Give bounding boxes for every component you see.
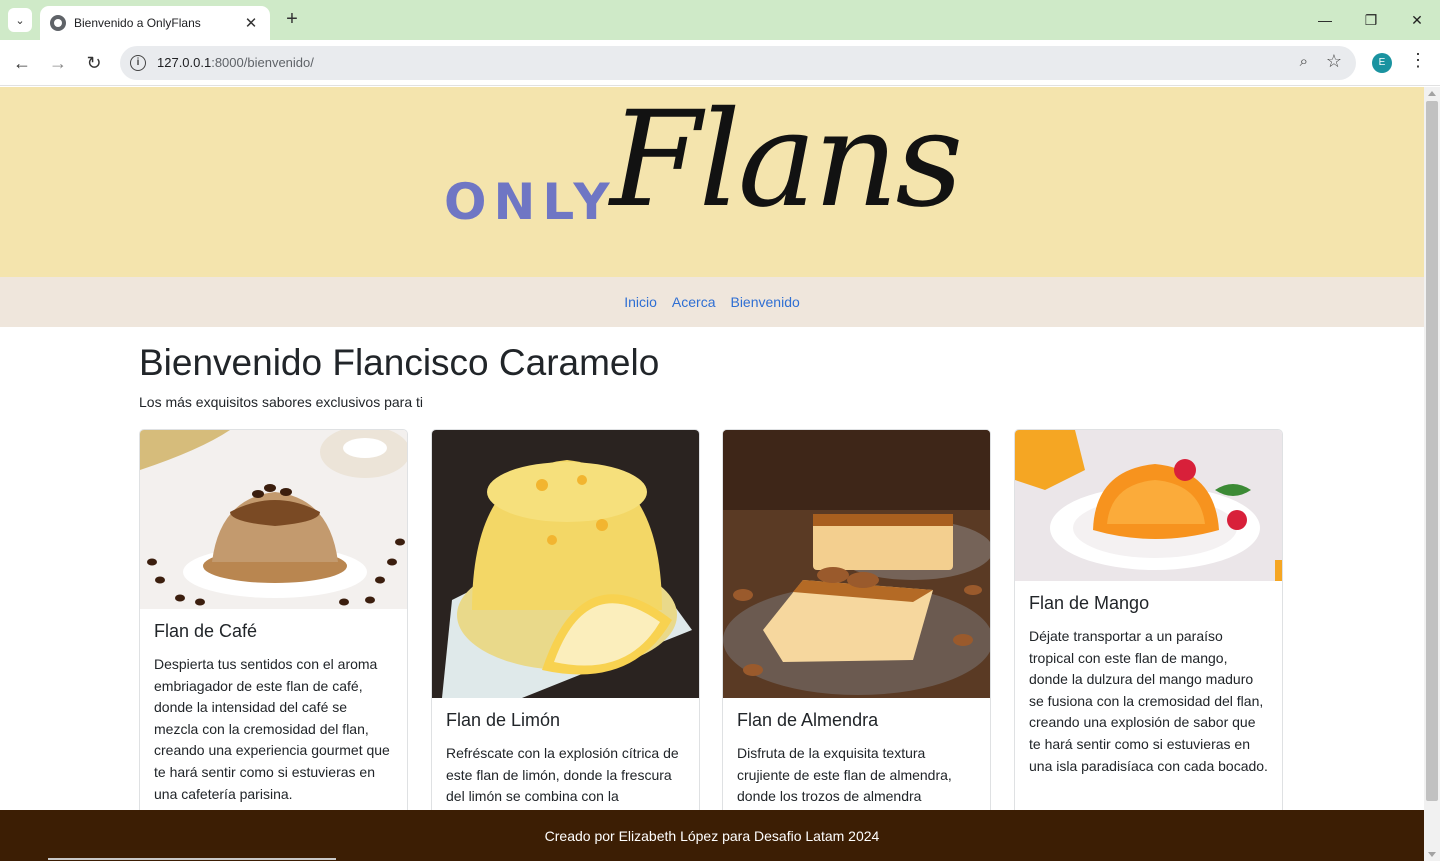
onlyflans-logo: ONLY Flans: [440, 87, 990, 271]
browser-tab[interactable]: Bienvenido a OnlyFlans ✕: [40, 6, 270, 40]
card-body: Flan de Café Despierta tus sentidos con …: [140, 609, 407, 817]
nav-link-acerca[interactable]: Acerca: [672, 294, 716, 310]
url-text[interactable]: 127.0.0.1:8000/bienvenido/: [157, 55, 314, 70]
logo-flans-text: Flans: [610, 87, 963, 237]
page-subtitle: Los más exquisitos sabores exclusivos pa…: [139, 394, 424, 410]
bookmark-star-icon[interactable]: ☆: [1326, 51, 1342, 72]
flan-card-mango: Flan de Mango Déjate transportar a un pa…: [1014, 429, 1283, 849]
forward-arrow-icon[interactable]: →: [45, 50, 71, 76]
card-title: Flan de Limón: [446, 710, 561, 730]
scroll-down-arrow-icon[interactable]: [1428, 852, 1436, 857]
card-title: Flan de Café: [154, 621, 258, 641]
scrollbar-thumb[interactable]: [1426, 101, 1438, 801]
card-text: Refréscate con la explosión cítrica de e…: [446, 745, 679, 805]
flan-mango-image: [1015, 430, 1282, 581]
site-info-icon[interactable]: i: [130, 55, 146, 71]
tab-search-chevron-icon[interactable]: ⌄: [8, 8, 32, 32]
address-bar[interactable]: i 127.0.0.1:8000/bienvenido/ ⌕ ☆: [120, 46, 1356, 80]
nav-link-inicio[interactable]: Inicio: [624, 294, 657, 310]
page-scrollbar[interactable]: [1424, 87, 1440, 861]
flan-almendra-image: [723, 430, 990, 698]
logo-only-text: ONLY: [444, 173, 617, 231]
new-tab-icon[interactable]: +: [280, 8, 304, 32]
back-arrow-icon[interactable]: ←: [9, 50, 35, 76]
card-body: Flan de Almendra Disfruta de la exquisit…: [723, 698, 990, 820]
card-title: Flan de Almendra: [737, 710, 879, 730]
card-text: Déjate transportar a un paraíso tropical…: [1029, 628, 1268, 774]
tab-title: Bienvenido a OnlyFlans: [74, 16, 201, 30]
profile-avatar[interactable]: E: [1372, 53, 1392, 73]
nav-link-bienvenido[interactable]: Bienvenido: [730, 294, 799, 310]
hero-banner: ONLY Flans: [0, 87, 1424, 277]
horizontal-scroll-indicator: [48, 858, 336, 860]
page-footer: Creado por Elizabeth López para Desafio …: [0, 810, 1424, 861]
zoom-icon[interactable]: ⌕: [1300, 53, 1308, 70]
minimize-icon[interactable]: —: [1302, 0, 1348, 40]
card-body: Flan de Limón Refréscate con la explosió…: [432, 698, 699, 820]
card-text: Despierta tus sentidos con el aroma embr…: [154, 656, 390, 802]
reload-icon[interactable]: ↻: [81, 50, 107, 76]
scroll-up-arrow-icon[interactable]: [1428, 91, 1436, 96]
flan-card-almendra: Flan de Almendra Disfruta de la exquisit…: [722, 429, 991, 849]
flan-limon-image: [432, 430, 699, 698]
flan-card-cafe: Flan de Café Despierta tus sentidos con …: [139, 429, 408, 849]
globe-icon: [50, 15, 66, 31]
kebab-menu-icon[interactable]: ⋮: [1408, 50, 1428, 71]
flan-card-limon: Flan de Limón Refréscate con la explosió…: [431, 429, 700, 849]
browser-tab-bar: ⌄ Bienvenido a OnlyFlans ✕ + — ❐ ✕: [0, 0, 1440, 40]
page-viewport: ONLY Flans Inicio Acerca Bienvenido Bien…: [0, 87, 1424, 861]
card-title: Flan de Mango: [1029, 593, 1150, 613]
browser-toolbar: ← → ↻ i 127.0.0.1:8000/bienvenido/ ⌕ ☆ E…: [0, 40, 1440, 86]
flan-cafe-image: [140, 430, 407, 609]
window-close-icon[interactable]: ✕: [1394, 0, 1440, 40]
restore-icon[interactable]: ❐: [1348, 0, 1394, 40]
close-tab-icon[interactable]: ✕: [242, 14, 260, 32]
card-text: Disfruta de la exquisita textura crujien…: [737, 745, 952, 805]
footer-text: Creado por Elizabeth López para Desafio …: [544, 827, 880, 844]
main-nav: Inicio Acerca Bienvenido: [0, 277, 1424, 327]
card-body: Flan de Mango Déjate transportar a un pa…: [1015, 581, 1282, 789]
page-title: Bienvenido Flancisco Caramelo: [139, 342, 660, 383]
